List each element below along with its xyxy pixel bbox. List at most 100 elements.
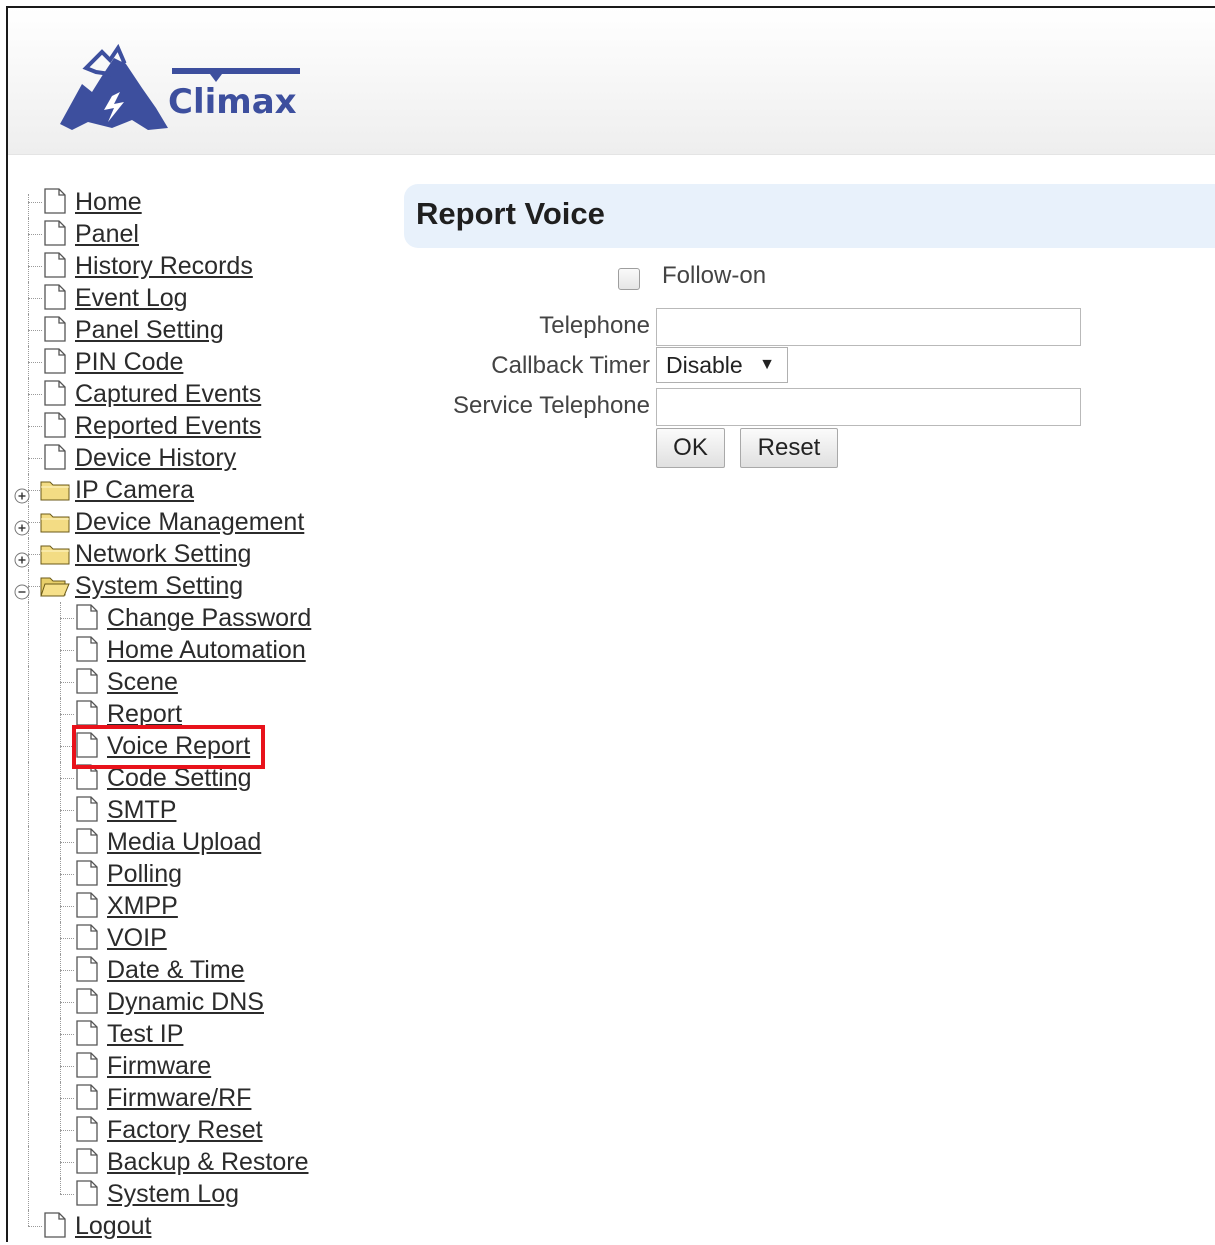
tree-item[interactable]: History Records: [12, 250, 372, 282]
tree-link-history-records[interactable]: History Records: [75, 250, 253, 282]
tree-link-firmware-rf[interactable]: Firmware/RF: [107, 1082, 251, 1114]
service-telephone-input[interactable]: [656, 388, 1081, 426]
tree-item[interactable]: PIN Code: [12, 346, 372, 378]
expand-icon[interactable]: [14, 546, 30, 568]
tree-link-firmware[interactable]: Firmware: [107, 1050, 211, 1082]
tree-connector: [60, 778, 74, 779]
tree-link-voip[interactable]: VOIP: [107, 922, 167, 954]
tree-item[interactable]: IP Camera: [12, 474, 372, 506]
tree-link-event-log[interactable]: Event Log: [75, 282, 188, 314]
follow-on-checkbox[interactable]: [618, 268, 640, 290]
callback-timer-select[interactable]: Disable ▼: [656, 347, 788, 383]
tree-link-system-log[interactable]: System Log: [107, 1178, 239, 1210]
tree-item[interactable]: Test IP: [12, 1018, 372, 1050]
tree-item[interactable]: Report: [12, 698, 372, 730]
tree-link-polling[interactable]: Polling: [107, 858, 182, 890]
tree-item[interactable]: Change Password: [12, 602, 372, 634]
tree-item[interactable]: Factory Reset: [12, 1114, 372, 1146]
tree-item[interactable]: VOIP: [12, 922, 372, 954]
tree-branch: [60, 858, 61, 890]
tree-link-home-automation[interactable]: Home Automation: [107, 634, 306, 666]
page-title: Report Voice: [416, 196, 605, 231]
tree-link-smtp[interactable]: SMTP: [107, 794, 176, 826]
tree-item[interactable]: Captured Events: [12, 378, 372, 410]
tree-trunk: [28, 1082, 29, 1114]
callback-timer-value: Disable: [666, 352, 743, 378]
tree-link-change-password[interactable]: Change Password: [107, 602, 311, 634]
tree-link-system-setting[interactable]: System Setting: [75, 570, 243, 602]
tree-item[interactable]: Backup & Restore: [12, 1146, 372, 1178]
tree-connector: [60, 874, 74, 875]
tree-link-captured-events[interactable]: Captured Events: [75, 378, 261, 410]
tree-item[interactable]: Home Automation: [12, 634, 372, 666]
tree-item[interactable]: Media Upload: [12, 826, 372, 858]
tree-item[interactable]: Panel: [12, 218, 372, 250]
tree-link-test-ip[interactable]: Test IP: [107, 1018, 183, 1050]
tree-item[interactable]: Panel Setting: [12, 314, 372, 346]
tree-link-backup-restore[interactable]: Backup & Restore: [107, 1146, 309, 1178]
tree-item[interactable]: Home: [12, 186, 372, 226]
tree-connector: [28, 362, 42, 363]
tree-link-logout[interactable]: Logout: [75, 1210, 151, 1242]
telephone-input[interactable]: [656, 308, 1081, 346]
tree-link-home[interactable]: Home: [75, 186, 142, 218]
tree-link-ip-camera[interactable]: IP Camera: [75, 474, 194, 506]
tree-item[interactable]: Logout: [12, 1210, 372, 1242]
tree-item[interactable]: SMTP: [12, 794, 372, 826]
document-icon: [76, 796, 98, 822]
tree-link-device-management[interactable]: Device Management: [75, 506, 304, 538]
dropdown-arrow-icon: ▼: [759, 356, 775, 373]
tree-item[interactable]: Firmware: [12, 1050, 372, 1082]
document-icon: [44, 220, 66, 246]
tree-trunk: [28, 730, 29, 762]
tree-link-scene[interactable]: Scene: [107, 666, 178, 698]
service-telephone-label: Service Telephone: [452, 392, 650, 419]
tree-item[interactable]: Polling: [12, 858, 372, 890]
tree-link-voice-report[interactable]: Voice Report: [107, 730, 250, 762]
tree-branch: [60, 986, 61, 1018]
tree-item[interactable]: Device Management: [12, 506, 372, 538]
tree-link-reported-events[interactable]: Reported Events: [75, 410, 261, 442]
tree-item[interactable]: System Log: [12, 1178, 372, 1210]
collapse-icon[interactable]: [14, 578, 30, 600]
document-icon: [44, 1212, 66, 1238]
tree-link-xmpp[interactable]: XMPP: [107, 890, 178, 922]
tree-connector: [28, 426, 42, 427]
document-icon: [76, 732, 98, 758]
tree-trunk: [28, 218, 29, 250]
tree-item[interactable]: Code Setting: [12, 762, 372, 794]
tree-connector: [60, 1034, 74, 1035]
tree-link-code-setting[interactable]: Code Setting: [107, 762, 252, 794]
tree-item[interactable]: Voice Report: [12, 730, 372, 762]
tree-link-device-history[interactable]: Device History: [75, 442, 236, 474]
tree-item[interactable]: Event Log: [12, 282, 372, 314]
tree-link-report[interactable]: Report: [107, 698, 182, 730]
tree-item[interactable]: XMPP: [12, 890, 372, 922]
tree-item[interactable]: System Setting: [12, 570, 372, 602]
tree-link-pin-code[interactable]: PIN Code: [75, 346, 183, 378]
tree-item[interactable]: Firmware/RF: [12, 1082, 372, 1114]
tree-link-dynamic-dns[interactable]: Dynamic DNS: [107, 986, 264, 1018]
tree-item[interactable]: Dynamic DNS: [12, 986, 372, 1018]
tree-link-panel[interactable]: Panel: [75, 218, 139, 250]
tree-trunk: [28, 698, 29, 730]
tree-item[interactable]: Device History: [12, 442, 372, 474]
tree-link-factory-reset[interactable]: Factory Reset: [107, 1114, 263, 1146]
tree-link-date-time[interactable]: Date & Time: [107, 954, 245, 986]
document-icon: [76, 860, 98, 886]
tree-item[interactable]: Reported Events: [12, 410, 372, 442]
ok-button[interactable]: OK: [656, 428, 725, 468]
tree-connector: [28, 394, 42, 395]
tree-link-panel-setting[interactable]: Panel Setting: [75, 314, 224, 346]
tree-item[interactable]: Scene: [12, 666, 372, 698]
expand-icon[interactable]: [14, 514, 30, 536]
document-icon: [76, 828, 98, 854]
tree-item[interactable]: Date & Time: [12, 954, 372, 986]
reset-button[interactable]: Reset: [740, 428, 838, 468]
tree-link-network-setting[interactable]: Network Setting: [75, 538, 251, 570]
tree-link-media-upload[interactable]: Media Upload: [107, 826, 261, 858]
expand-icon[interactable]: [14, 482, 30, 504]
tree-item[interactable]: Network Setting: [12, 538, 372, 570]
tree-trunk: [28, 314, 29, 346]
document-icon: [76, 668, 98, 694]
